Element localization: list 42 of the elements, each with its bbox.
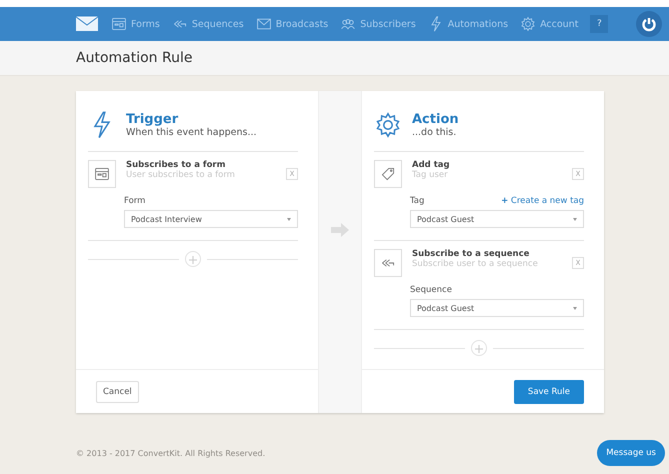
panel-subtitle: When this event happens... — [126, 127, 257, 138]
gear-icon — [374, 111, 402, 139]
nav-item[interactable]: Subscribers — [340, 16, 416, 32]
step-title: Subscribe to a sequence — [412, 249, 530, 259]
field-label: Sequence — [410, 285, 452, 295]
form-icon — [94, 166, 110, 182]
power-icon — [641, 16, 658, 32]
field-label: Form — [124, 196, 146, 206]
page-title: Automation Rule — [76, 50, 192, 66]
plus-icon — [475, 345, 483, 353]
step-description: Subscribe user to a sequence — [412, 259, 538, 269]
nav-item[interactable]: Automations — [428, 16, 508, 32]
create-tag-link[interactable]: + Create a new tag — [501, 196, 584, 206]
arrow-icon — [331, 223, 349, 237]
select-field[interactable]: Podcast Interview — [124, 210, 298, 228]
envelope-icon — [256, 16, 272, 32]
nav-item[interactable]: Sequences — [172, 16, 244, 32]
message-us-button[interactable]: Message us — [597, 440, 665, 466]
field-label: Tag — [410, 196, 424, 206]
power-button[interactable] — [636, 11, 662, 37]
select-field[interactable]: Podcast Guest — [410, 299, 584, 317]
step-title: Add tag — [412, 160, 450, 170]
nav-item[interactable]: Broadcasts — [256, 16, 328, 32]
nav-item[interactable]: Forms — [111, 16, 160, 32]
form-icon — [111, 16, 127, 32]
panel-subtitle: ...do this. — [412, 127, 458, 138]
tag-icon — [380, 166, 396, 182]
envelope-logo-icon[interactable] — [75, 16, 99, 32]
save-rule-button[interactable]: Save Rule — [514, 380, 584, 404]
help-button[interactable]: ? — [590, 15, 608, 33]
panel-title: Trigger — [126, 112, 180, 127]
gear-icon — [520, 16, 536, 32]
plus-icon — [189, 256, 197, 264]
people-icon — [340, 16, 356, 32]
cancel-button[interactable]: Cancel — [96, 380, 139, 402]
step-title: Subscribes to a form — [126, 160, 226, 170]
panel-title: Action — [412, 112, 459, 127]
step-description: User subscribes to a form — [126, 170, 235, 180]
step-description: Tag user — [412, 170, 449, 180]
copyright-text: © 2013 - 2017 ConvertKit. All Rights Reserved. — [76, 448, 266, 458]
nav-item[interactable]: Account — [520, 16, 578, 32]
select-field[interactable]: Podcast Guest — [410, 210, 584, 228]
